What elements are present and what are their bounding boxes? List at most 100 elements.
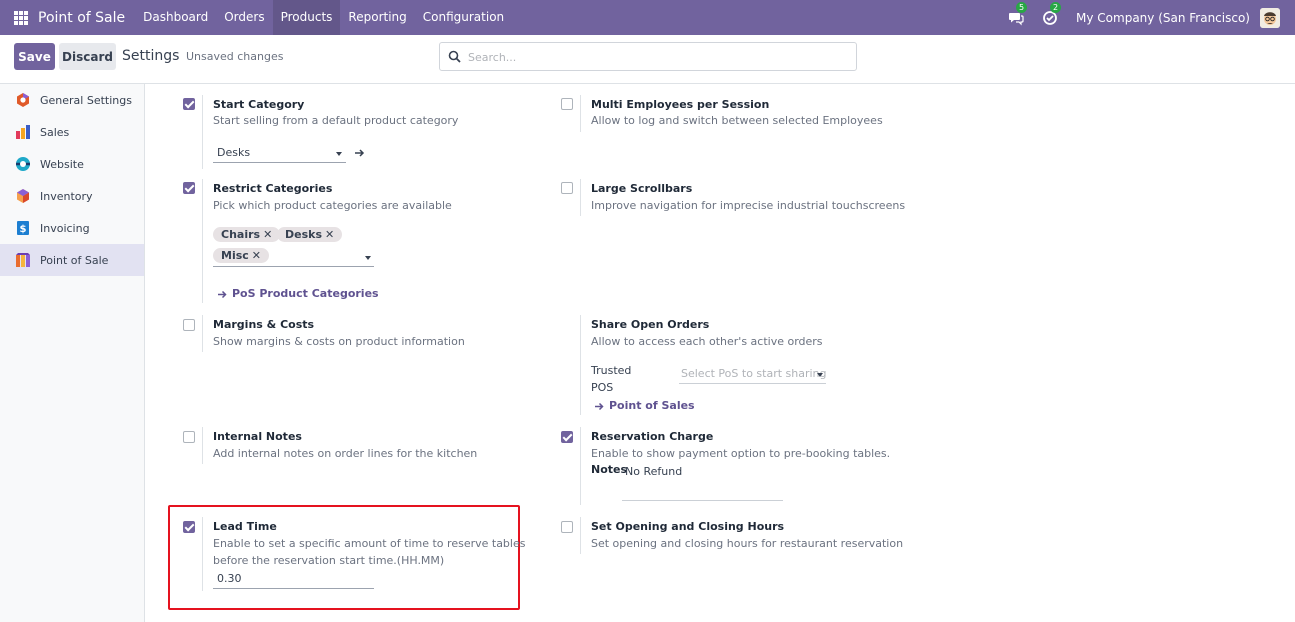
lead-time-desc-line1: Enable to set a specific amount of time … bbox=[213, 537, 526, 550]
website-icon bbox=[16, 157, 30, 171]
user-avatar[interactable] bbox=[1260, 7, 1280, 28]
unsaved-status: Unsaved changes bbox=[186, 50, 284, 63]
setting-divider bbox=[202, 315, 203, 352]
margins-costs-title: Margins & Costs bbox=[213, 318, 315, 331]
sales-icon bbox=[16, 125, 30, 139]
opening-hours-title: Set Opening and Closing Hours bbox=[591, 520, 785, 533]
menu-products[interactable]: Products bbox=[272, 0, 341, 35]
trusted-pos-placeholder: Select PoS to start sharing bbox=[681, 367, 827, 380]
opening-hours-checkbox[interactable] bbox=[561, 521, 573, 533]
multi-employees-checkbox[interactable] bbox=[561, 98, 573, 110]
reservation-charge-title: Reservation Charge bbox=[591, 430, 714, 443]
discard-button[interactable]: Discard bbox=[59, 43, 116, 70]
sidebar-item-label: Sales bbox=[40, 125, 70, 139]
messages-icon[interactable]: 5 bbox=[1008, 1, 1028, 26]
menu-configuration[interactable]: Configuration bbox=[415, 0, 512, 35]
reservation-charge-desc: Enable to show payment option to pre-boo… bbox=[591, 447, 891, 460]
setting-divider bbox=[202, 517, 203, 591]
sidebar-item-label: Website bbox=[40, 157, 84, 171]
notes-label: Notes bbox=[591, 463, 628, 476]
trusted-pos-label-line1: Trusted bbox=[591, 364, 632, 377]
trusted-pos-label: Trusted POS bbox=[591, 362, 631, 396]
restrict-categories-desc: Pick which product categories are availa… bbox=[213, 199, 452, 212]
sidebar-item-point-of-sale[interactable]: Point of Sale bbox=[0, 244, 144, 276]
category-tag-desks: Desks ✕ bbox=[277, 227, 343, 242]
setting-divider bbox=[202, 179, 203, 303]
apps-menu-icon[interactable] bbox=[14, 10, 28, 25]
notes-value[interactable]: No Refund bbox=[625, 463, 682, 480]
control-panel: Save Discard Settings Unsaved changes bbox=[0, 35, 1295, 84]
start-category-select[interactable]: Desks bbox=[213, 144, 346, 163]
notes-input-underline bbox=[622, 500, 783, 501]
multi-employees-title: Multi Employees per Session bbox=[591, 98, 770, 111]
start-category-title: Start Category bbox=[213, 98, 305, 111]
company-switcher[interactable]: My Company (San Francisco) bbox=[1076, 11, 1250, 25]
sidebar-item-label: Inventory bbox=[40, 189, 93, 203]
page-title: Settings bbox=[122, 48, 180, 64]
menu-orders[interactable]: Orders bbox=[216, 0, 272, 35]
setting-divider bbox=[202, 427, 203, 464]
category-tag-chairs: Chairs ✕ bbox=[213, 227, 281, 242]
app-brand[interactable]: Point of Sale bbox=[38, 10, 125, 26]
start-category-desc: Start selling from a default product cat… bbox=[213, 114, 459, 127]
large-scrollbars-title: Large Scrollbars bbox=[591, 182, 693, 195]
restrict-categories-checkbox[interactable] bbox=[183, 182, 195, 194]
chevron-down-icon bbox=[365, 256, 371, 260]
opening-hours-desc: Set opening and closing hours for restau… bbox=[591, 537, 904, 550]
tag-label: Chairs bbox=[221, 228, 261, 241]
sidebar-item-general-settings[interactable]: General Settings bbox=[0, 84, 144, 116]
setting-divider bbox=[580, 95, 581, 132]
setting-divider bbox=[202, 95, 203, 169]
activities-count-badge: 2 bbox=[1050, 1, 1062, 13]
large-scrollbars-checkbox[interactable] bbox=[561, 182, 573, 194]
large-scrollbars-desc: Improve navigation for imprecise industr… bbox=[591, 199, 906, 212]
setting-divider bbox=[580, 427, 581, 505]
sidebar-item-sales[interactable]: Sales bbox=[0, 116, 144, 148]
activities-icon[interactable]: 2 bbox=[1042, 1, 1062, 26]
settings-sidebar: General Settings Sales Website Inventory… bbox=[0, 84, 145, 622]
menu-reporting[interactable]: Reporting bbox=[340, 0, 414, 35]
setting-divider bbox=[580, 179, 581, 216]
multi-employees-desc: Allow to log and switch between selected… bbox=[591, 114, 883, 127]
lead-time-input[interactable]: 0.30 bbox=[213, 570, 374, 589]
lead-time-checkbox[interactable] bbox=[183, 521, 195, 533]
pos-product-categories-link[interactable]: PoS Product Categories bbox=[232, 287, 379, 300]
menu-dashboard[interactable]: Dashboard bbox=[135, 0, 216, 35]
internal-notes-checkbox[interactable] bbox=[183, 431, 195, 443]
share-open-orders-desc: Allow to access each other's active orde… bbox=[591, 335, 823, 348]
chevron-down-icon bbox=[336, 152, 342, 156]
start-category-value: Desks bbox=[217, 146, 251, 159]
arrow-right-icon bbox=[595, 402, 604, 411]
internal-notes-desc: Add internal notes on order lines for th… bbox=[213, 447, 478, 460]
search-input[interactable] bbox=[468, 48, 838, 66]
search-box[interactable] bbox=[439, 42, 857, 71]
remove-tag-icon[interactable]: ✕ bbox=[325, 228, 334, 241]
sidebar-item-invoicing[interactable]: $ Invoicing bbox=[0, 212, 144, 244]
top-navbar: Point of Sale Dashboard Orders Products … bbox=[0, 0, 1295, 35]
lead-time-desc-line2: before the reservation start time.(HH.MM… bbox=[213, 554, 445, 567]
invoicing-icon: $ bbox=[17, 221, 29, 235]
start-category-checkbox[interactable] bbox=[183, 98, 195, 110]
reservation-charge-checkbox[interactable] bbox=[561, 431, 573, 443]
sidebar-item-website[interactable]: Website bbox=[0, 148, 144, 180]
remove-tag-icon[interactable]: ✕ bbox=[263, 228, 272, 241]
point-of-sales-link[interactable]: Point of Sales bbox=[609, 399, 695, 412]
general-settings-icon bbox=[17, 93, 29, 107]
restrict-categories-input[interactable] bbox=[213, 247, 374, 267]
sidebar-item-inventory[interactable]: Inventory bbox=[0, 180, 144, 212]
margins-costs-desc: Show margins & costs on product informat… bbox=[213, 335, 465, 348]
arrow-right-icon[interactable] bbox=[354, 148, 365, 158]
lead-time-desc: Enable to set a specific amount of time … bbox=[213, 535, 525, 569]
trusted-pos-label-line2: POS bbox=[591, 381, 614, 394]
lead-time-title: Lead Time bbox=[213, 520, 277, 533]
sidebar-item-label: General Settings bbox=[40, 93, 132, 107]
trusted-pos-select[interactable]: Select PoS to start sharing bbox=[679, 365, 827, 384]
margins-costs-checkbox[interactable] bbox=[183, 319, 195, 331]
sidebar-item-label: Invoicing bbox=[40, 221, 90, 235]
share-open-orders-title: Share Open Orders bbox=[591, 318, 710, 331]
sidebar-item-label: Point of Sale bbox=[40, 253, 109, 267]
settings-main: Start Category Start selling from a defa… bbox=[145, 84, 1295, 622]
point-of-sale-icon bbox=[16, 253, 30, 267]
messages-count-badge: 5 bbox=[1016, 1, 1028, 13]
save-button[interactable]: Save bbox=[14, 43, 55, 70]
